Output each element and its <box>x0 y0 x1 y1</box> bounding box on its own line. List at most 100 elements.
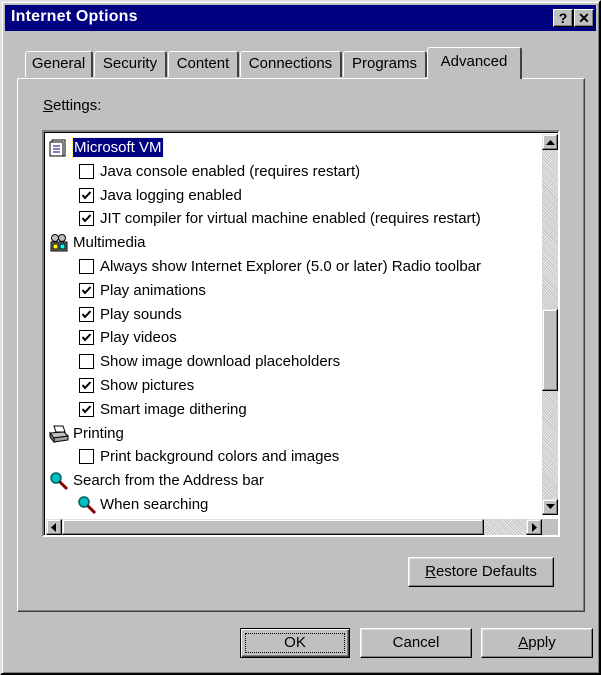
setting-subcategory-label: When searching <box>100 496 209 513</box>
apply-button[interactable]: Apply <box>481 628 593 658</box>
tab-programs[interactable]: Programs <box>343 51 427 77</box>
setting-option[interactable]: Show image download placeholders <box>46 350 542 373</box>
scroll-right-button[interactable] <box>526 519 542 535</box>
setting-option[interactable]: JIT compiler for virtual machine enabled… <box>46 207 542 230</box>
scroll-up-button[interactable] <box>542 134 558 150</box>
setting-option[interactable]: Smart image dithering <box>46 398 542 421</box>
tab-label: Security <box>102 55 158 72</box>
setting-option-label: Always show Internet Explorer (5.0 or la… <box>100 258 482 275</box>
setting-category-label: Multimedia <box>73 234 146 252</box>
setting-option-label: Play sounds <box>100 305 182 323</box>
checkbox[interactable] <box>79 330 94 346</box>
close-icon: ✕ <box>578 10 590 26</box>
tab-content[interactable]: Content <box>168 51 239 77</box>
checkbox[interactable] <box>79 449 94 465</box>
title-bar[interactable]: Internet Options ? ✕ <box>5 5 596 31</box>
setting-option-label: JIT compiler for virtual machine enabled… <box>100 210 481 228</box>
tab-label: Programs <box>351 55 418 72</box>
ok-button[interactable]: OK <box>240 628 350 658</box>
checkbox[interactable] <box>79 259 94 274</box>
check-mark-icon <box>81 381 92 390</box>
window-title: Internet Options <box>11 8 138 25</box>
setting-category[interactable]: Printing <box>46 422 542 445</box>
scrollbar-corner <box>542 519 558 535</box>
settings-label-text: ettings: <box>53 97 102 114</box>
settings-label-accel: S <box>43 97 54 114</box>
setting-option-label: Java logging enabled <box>100 186 242 204</box>
check-mark-icon <box>81 190 92 200</box>
setting-option-label: Play animations <box>100 281 206 299</box>
checkbox[interactable] <box>79 187 94 203</box>
setting-option[interactable]: Print background colors and images <box>46 445 542 468</box>
check-mark-icon <box>81 405 92 414</box>
checkbox[interactable] <box>79 401 94 417</box>
restore-accel: R <box>425 563 436 580</box>
checkbox[interactable] <box>79 306 94 322</box>
setting-option[interactable]: Java logging enabled <box>46 184 542 207</box>
vertical-scroll-thumb[interactable] <box>542 309 558 391</box>
tab-connections[interactable]: Connections <box>240 51 342 77</box>
setting-option-label: Print background colors and images <box>100 448 340 466</box>
horizontal-scrollbar[interactable] <box>46 519 542 535</box>
setting-option[interactable]: Always show Internet Explorer (5.0 or la… <box>46 255 542 278</box>
setting-category-label: Printing <box>73 424 124 442</box>
checkbox[interactable] <box>79 211 94 227</box>
arrow-down-icon <box>546 504 555 509</box>
setting-category-label: Search from the Address bar <box>73 472 264 490</box>
printer-icon <box>49 424 70 444</box>
setting-option[interactable]: Play animations <box>46 279 542 302</box>
setting-option-label: Show image download placeholders <box>100 353 341 371</box>
setting-option[interactable]: Show pictures <box>46 374 542 397</box>
check-mark-icon <box>81 214 92 223</box>
apply-label: pply <box>528 634 556 651</box>
setting-category[interactable]: Multimedia <box>46 231 542 254</box>
setting-option-label: Java console enabled (requires restart) <box>100 162 361 180</box>
scroll-down-button[interactable] <box>542 499 558 515</box>
close-button[interactable]: ✕ <box>574 9 594 27</box>
tab-label: Connections <box>248 55 333 72</box>
scroll-left-button[interactable] <box>46 519 62 535</box>
settings-tree: Microsoft VM Java console enabled (requir… <box>46 134 542 515</box>
setting-option[interactable]: Java console enabled (requires restart) <box>46 160 542 183</box>
ok-label: OK <box>284 634 306 651</box>
setting-option-label: Smart image dithering <box>100 400 247 418</box>
multimedia-icon <box>49 233 69 253</box>
horizontal-scroll-thumb[interactable] <box>62 519 484 535</box>
arrow-right-icon <box>532 523 537 532</box>
setting-subcategory[interactable]: When searching <box>46 493 542 515</box>
checkbox[interactable] <box>79 378 94 393</box>
settings-list[interactable]: Microsoft VM Java console enabled (requir… <box>42 130 560 537</box>
restore-label: estore Defaults <box>435 563 537 580</box>
settings-label: Settings: <box>43 97 101 114</box>
setting-option[interactable]: Play sounds <box>46 303 542 326</box>
tab-label: Content <box>176 55 230 72</box>
arrow-left-icon <box>51 523 56 532</box>
arrow-up-icon <box>546 140 555 145</box>
setting-category[interactable]: Search from the Address bar <box>46 469 542 492</box>
tab-security[interactable]: Security <box>94 51 167 77</box>
tab-general[interactable]: General <box>25 51 93 77</box>
checkbox[interactable] <box>79 354 94 370</box>
setting-option-label: Show pictures <box>100 377 195 394</box>
checkbox[interactable] <box>79 282 94 298</box>
tab-advanced[interactable]: Advanced <box>427 47 522 79</box>
check-mark-icon <box>81 333 92 342</box>
checkbox[interactable] <box>79 163 94 179</box>
setting-option-label: Play videos <box>100 329 177 347</box>
cancel-button[interactable]: Cancel <box>360 628 472 658</box>
apply-accel: A <box>518 634 529 651</box>
vertical-scrollbar[interactable] <box>542 134 558 515</box>
document-icon <box>49 138 69 158</box>
setting-option[interactable]: Play videos <box>46 326 542 349</box>
tab-label: Advanced <box>440 53 508 70</box>
setting-category-label: Microsoft VM <box>72 137 164 158</box>
help-button[interactable]: ? <box>553 9 573 27</box>
check-mark-icon <box>81 309 92 319</box>
search-icon <box>77 495 97 515</box>
check-mark-icon <box>81 286 92 295</box>
cancel-label: Cancel <box>392 634 440 651</box>
tab-label: General <box>31 55 86 72</box>
restore-defaults-button[interactable]: Restore Defaults <box>408 557 554 587</box>
setting-category[interactable]: Microsoft VM <box>46 136 542 159</box>
search-icon <box>49 471 69 491</box>
